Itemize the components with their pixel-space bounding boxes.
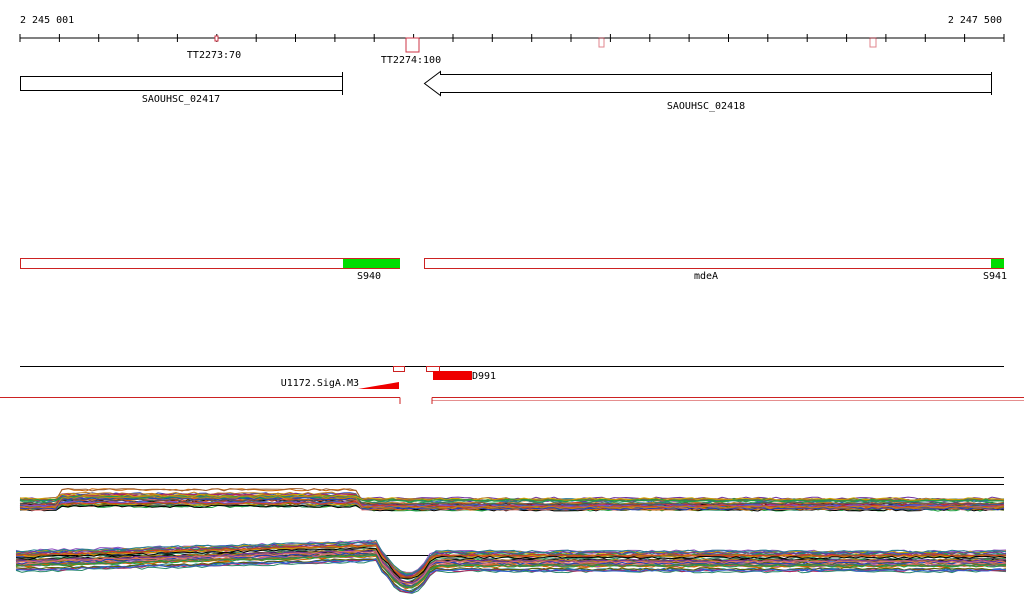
expression-lines-lower [15, 539, 1007, 594]
feature-marker[interactable] [393, 366, 405, 372]
gene-arrow[interactable] [423, 70, 992, 97]
transcript-label: S940 [357, 271, 381, 282]
transcript-box[interactable] [20, 258, 400, 269]
feature-marker[interactable] [426, 366, 440, 372]
gene-label: SAOUHSC_02417 [142, 94, 220, 105]
terminator-label: TT2273:70 [187, 50, 241, 61]
transcript-track: S940 mdeA S941 [20, 258, 1007, 282]
feature-track: U1172.SigA.M3 D991 [0, 366, 1024, 404]
genome-browser-view: 2 245 001 2 247 500 TT2273:70 TT2274:100… [0, 15, 1024, 594]
gene-label: SAOUHSC_02418 [667, 101, 745, 112]
feature-label: D991 [472, 371, 496, 382]
terminator-label: TT2274:100 [381, 55, 441, 66]
axis-start-label: 2 245 001 [20, 15, 74, 26]
terminator-marker[interactable] [405, 37, 420, 53]
terminator-marker[interactable] [598, 37, 605, 48]
transcript-label: S941 [983, 271, 1007, 282]
utr-block[interactable] [343, 259, 400, 268]
transcript-label: mdeA [694, 271, 718, 282]
feature-label: U1172.SigA.M3 [281, 378, 359, 389]
expression-lines-upper [19, 487, 1005, 512]
terminator-marker[interactable] [214, 35, 219, 42]
promoter-wedge[interactable] [358, 382, 399, 389]
coordinate-axis: 2 245 001 2 247 500 [19, 15, 1005, 42]
gene-track: SAOUHSC_02417 SAOUHSC_02418 [20, 70, 992, 112]
expression-tracks [15, 477, 1007, 594]
utr-block[interactable] [991, 259, 1004, 268]
axis-end-label: 2 247 500 [948, 15, 1002, 26]
gene-arrow[interactable] [20, 76, 343, 91]
feature-block[interactable] [433, 371, 472, 380]
terminator-marker[interactable] [869, 37, 877, 48]
transcript-box[interactable] [424, 258, 1004, 269]
